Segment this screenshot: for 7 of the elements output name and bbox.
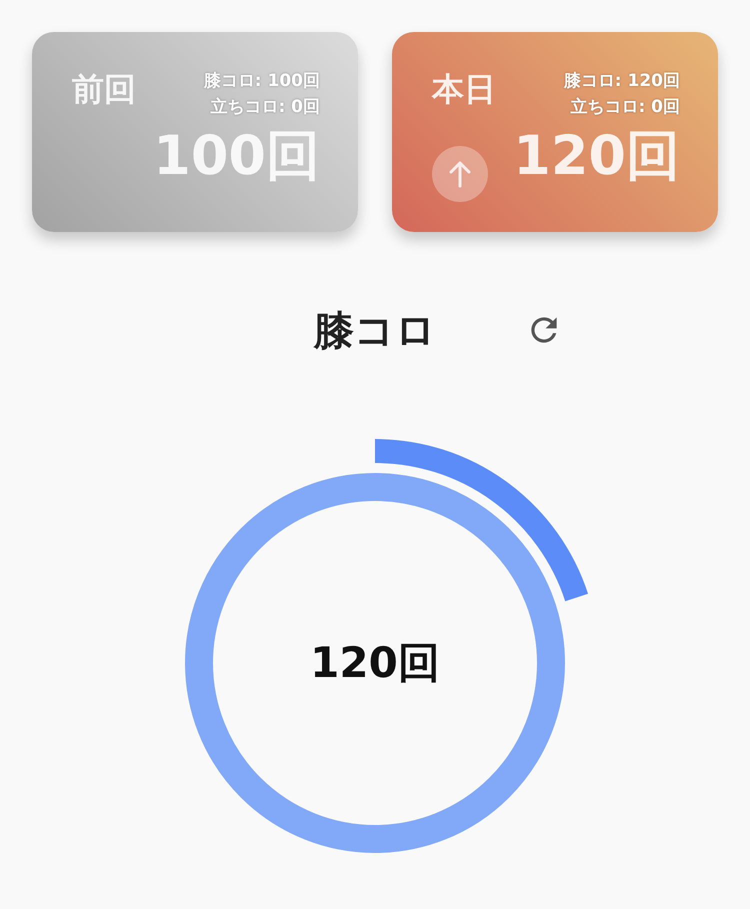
card-label: 本日 (432, 69, 496, 110)
card-detail: 立ちコロ: 0回 (570, 96, 680, 119)
card-label: 前回 (72, 69, 136, 110)
exercise-title: 膝コロ (314, 306, 436, 356)
card-total: 120回 (513, 124, 680, 188)
card-detail: 膝コロ: 120回 (564, 70, 680, 93)
ring-value: 120回 (310, 638, 440, 687)
